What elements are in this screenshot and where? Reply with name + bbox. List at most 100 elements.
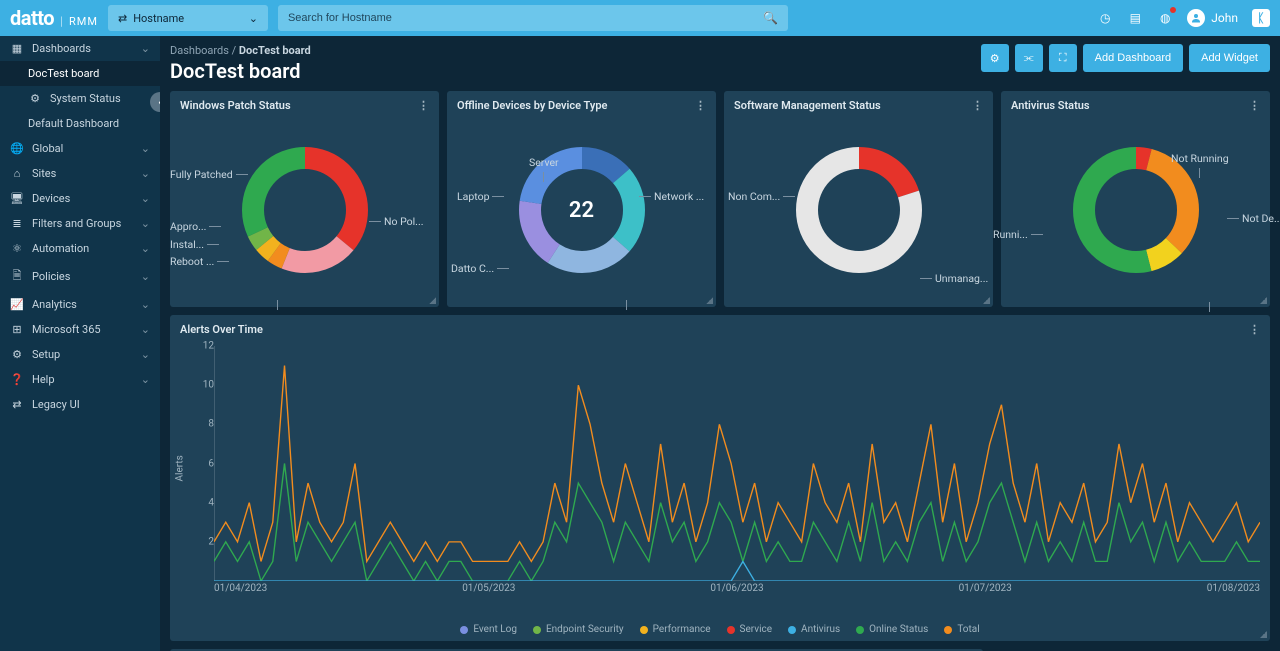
donut-chart[interactable]: 22ServerNetwork ...DesktopDatto C...Lapt…: [451, 120, 712, 300]
add-dashboard-button[interactable]: Add Dashboard: [1083, 44, 1183, 72]
search-icon[interactable]: 🔍: [763, 11, 778, 25]
notifications-icon[interactable]: ◍: [1157, 10, 1173, 26]
sidebar-item-filters[interactable]: ≣Filters and Groups⌄: [0, 211, 160, 236]
sidebar-item-setup[interactable]: ⚙Setup⌄: [0, 342, 160, 367]
legend-item[interactable]: Event Log: [460, 624, 517, 635]
widget-title: Antivirus Status: [1011, 99, 1090, 112]
sidebar-item-global[interactable]: 🌐 Global ⌄: [0, 136, 160, 161]
sidebar-item-policies[interactable]: 🗎Policies⌄: [0, 261, 160, 292]
chevron-down-icon: ⌄: [141, 373, 150, 386]
m365-icon: ⊞: [10, 323, 24, 336]
fullscreen-button[interactable]: ⛶: [1049, 44, 1077, 72]
sidebar-item-devices[interactable]: 🖥Devices⌄: [0, 186, 160, 211]
search-input[interactable]: [288, 12, 763, 24]
policy-icon: 🗎: [10, 267, 24, 286]
donut-chart[interactable]: Non Com...Unmanag...: [728, 120, 989, 300]
sidebar-item-label: Global: [32, 142, 63, 155]
legend-label: Event Log: [473, 624, 517, 635]
widget-menu-icon[interactable]: ⋮: [1249, 99, 1260, 112]
legend-item[interactable]: Endpoint Security: [533, 624, 624, 635]
breadcrumb: Dashboards / DocTest board: [170, 44, 311, 57]
gear-icon: ⚙: [10, 348, 24, 361]
sidebar-item-dashboards[interactable]: ▦Dashboards⌄: [0, 36, 160, 61]
logo: datto | RMM: [10, 6, 98, 30]
legend-swatch: [788, 626, 796, 634]
sidebar-item-label: Default Dashboard: [28, 117, 119, 130]
chart-label: No Pol...: [369, 215, 424, 228]
hostname-dropdown[interactable]: ⇄ Hostname ⌄: [108, 5, 268, 31]
kaseya-button[interactable]: ᛕ: [1252, 9, 1270, 27]
legend-swatch: [727, 626, 735, 634]
analytics-icon: 📈: [10, 298, 24, 311]
sidebar-item-sites[interactable]: ⌂Sites⌄: [0, 161, 160, 186]
chart-label: Server: [529, 156, 559, 182]
sidebar-item-label: Analytics: [32, 298, 77, 311]
x-tick: 01/05/2023: [462, 583, 515, 601]
home-icon: ⌂: [10, 167, 24, 180]
chevron-down-icon: ⌄: [141, 270, 150, 283]
donut-chart[interactable]: Not RunningNot De...Running And Not ...R…: [1005, 120, 1266, 300]
chevron-down-icon: ⌄: [141, 192, 150, 205]
chevron-down-icon: ⌄: [141, 142, 150, 155]
legend-swatch: [533, 626, 541, 634]
user-menu[interactable]: John: [1187, 9, 1238, 27]
legend-item[interactable]: Online Status: [856, 624, 928, 635]
legend-label: Service: [740, 624, 773, 635]
legend-item[interactable]: Antivirus: [788, 624, 840, 635]
legend-item[interactable]: Total: [944, 624, 979, 635]
widget-menu-icon[interactable]: ⋮: [972, 99, 983, 112]
legend-item[interactable]: Performance: [640, 624, 711, 635]
chat-icon[interactable]: ▤: [1127, 10, 1143, 26]
legend-item[interactable]: Service: [727, 624, 773, 635]
sidebar-item-automation[interactable]: ⚛Automation⌄: [0, 236, 160, 261]
widget-menu-icon[interactable]: ⋮: [418, 99, 429, 112]
chart-label: Laptop: [457, 190, 504, 203]
sidebar-item-label: Automation: [32, 242, 89, 255]
x-tick: 01/06/2023: [710, 583, 763, 601]
chart-label: Runni...: [993, 228, 1043, 241]
sidebar-item-doctest[interactable]: DocTest board: [0, 61, 160, 86]
sidebar-item-label: Filters and Groups: [32, 217, 121, 230]
chevron-down-icon: ⌄: [141, 323, 150, 336]
legend-label: Performance: [653, 624, 711, 635]
sidebar-item-label: Devices: [32, 192, 70, 205]
breadcrumb-root[interactable]: Dashboards: [170, 44, 229, 57]
sidebar-item-legacy[interactable]: ⇄Legacy UI: [0, 392, 160, 417]
legacy-icon: ⇄: [10, 398, 24, 411]
brand-sep: |: [60, 14, 63, 28]
filter-icon: ≣: [10, 217, 24, 230]
sidebar-item-m365[interactable]: ⊞ Microsoft 365 ⌄: [0, 317, 160, 342]
chart-label: Fully Patched: [170, 168, 248, 181]
widget-alerts: Alerts Over Time ⋮ Alerts 24681012 01/04…: [170, 315, 1270, 641]
widget-title: Alerts Over Time: [180, 323, 263, 336]
sidebar-item-label: System Status: [50, 92, 121, 105]
donut-center: 22: [569, 198, 594, 223]
search-box[interactable]: 🔍: [278, 5, 788, 31]
clock-icon[interactable]: ◷: [1097, 10, 1113, 26]
sidebar-item-help[interactable]: ❓ Help ⌄: [0, 367, 160, 392]
chart-label: Network ...: [639, 190, 704, 203]
chart-label: Non Com...: [728, 190, 795, 203]
sidebar-item-label: Microsoft 365: [32, 323, 101, 336]
donut-chart[interactable]: No Pol...No DataReboot ...Instal...Appro…: [174, 120, 435, 300]
widget-software: Software Management Status⋮ Non Com...Un…: [724, 91, 993, 307]
sidebar-item-system-status[interactable]: ⚙System Status: [0, 86, 160, 111]
sidebar-item-default-dash[interactable]: Default Dashboard: [0, 111, 160, 136]
widget-menu-icon[interactable]: ⋮: [1249, 323, 1260, 336]
share-button[interactable]: ⫘: [1015, 44, 1043, 72]
legend-label: Total: [957, 624, 979, 635]
legend-swatch: [856, 626, 864, 634]
chart-label: Instal...: [170, 238, 219, 251]
x-tick: 01/04/2023: [214, 583, 267, 601]
sidebar-item-analytics[interactable]: 📈Analytics⌄: [0, 292, 160, 317]
brand-name: datto: [10, 6, 54, 30]
legend-swatch: [460, 626, 468, 634]
y-tick: 12: [203, 341, 214, 352]
help-icon: ❓: [10, 373, 24, 386]
topbar-right: ◷ ▤ ◍ John ᛕ: [1097, 9, 1270, 27]
widget-menu-icon[interactable]: ⋮: [695, 99, 706, 112]
add-widget-button[interactable]: Add Widget: [1189, 44, 1270, 72]
globe-icon: 🌐: [10, 142, 24, 155]
sidebar-item-label: Help: [32, 373, 55, 386]
settings-button[interactable]: ⚙: [981, 44, 1009, 72]
